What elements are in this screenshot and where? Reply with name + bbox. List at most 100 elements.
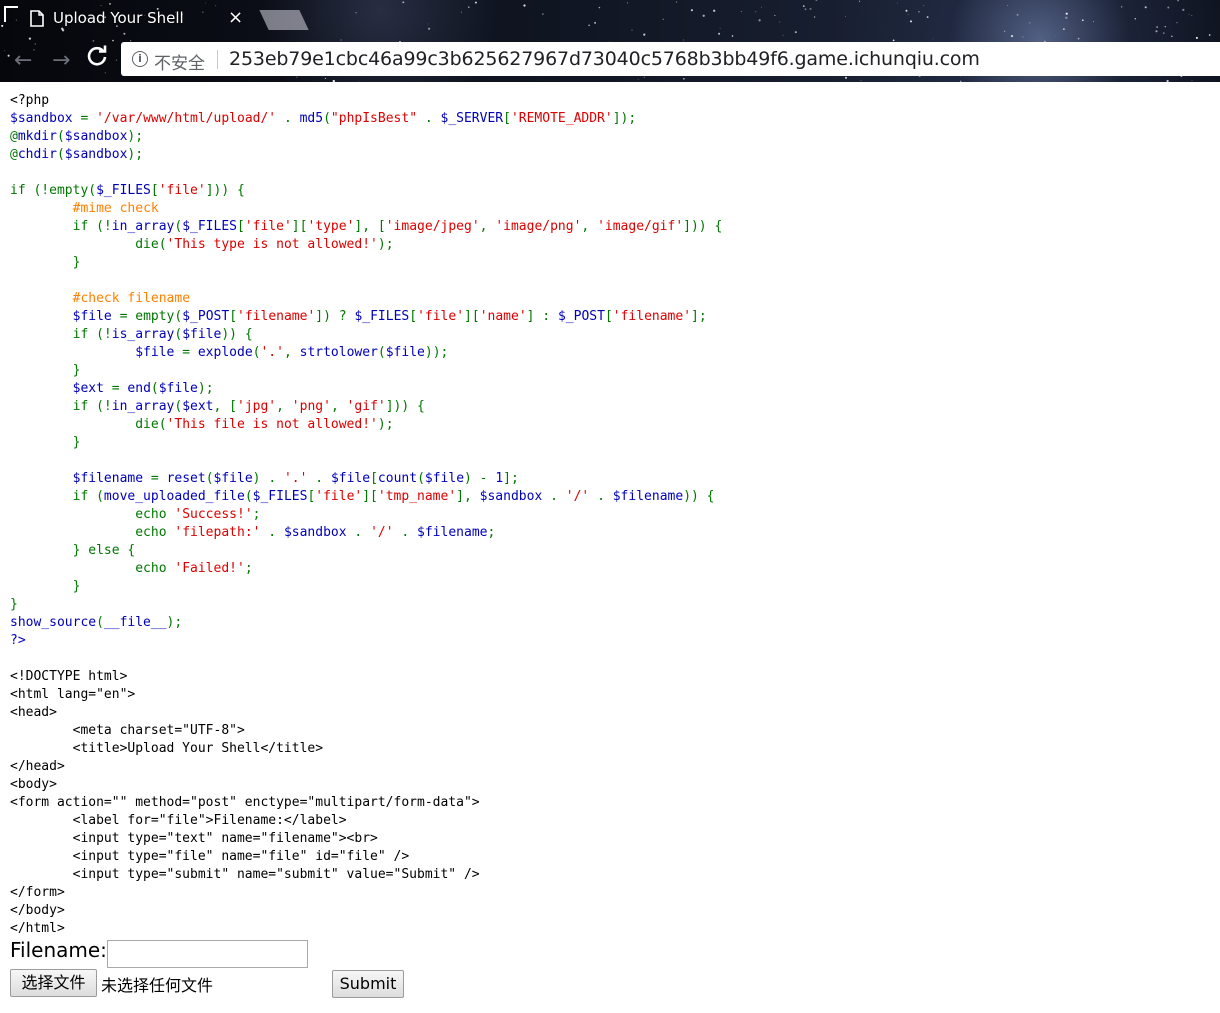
star-dot xyxy=(355,12,357,14)
code-token: . xyxy=(393,525,418,540)
star-dot xyxy=(427,27,431,30)
code-line: <?php xyxy=(10,92,722,110)
star-dot xyxy=(755,11,757,13)
code-token: $file xyxy=(182,327,222,342)
code-token: in_array xyxy=(111,399,175,414)
code-line: $file = empty($_POST['filename']) ? $_FI… xyxy=(10,308,722,326)
code-token: </body> xyxy=(10,903,65,918)
code-token: ])) { xyxy=(205,183,245,198)
star-dot xyxy=(1010,34,1014,38)
browser-tab[interactable]: Upload Your Shell × xyxy=(22,0,260,38)
url-text[interactable]: 253eb79e1cbc46a99c3b625627967d73040c5768… xyxy=(229,48,980,70)
code-token: = xyxy=(72,111,97,126)
star-dot xyxy=(804,8,807,11)
code-token: 'This type is not allowed!' xyxy=(166,237,378,252)
code-token: 'jpg' xyxy=(237,399,277,414)
code-token: . xyxy=(589,489,613,504)
code-line: <input type="file" name="file" id="file"… xyxy=(10,848,722,866)
code-line: } xyxy=(10,254,722,272)
code-token: 'name' xyxy=(479,309,527,324)
star-dot xyxy=(594,21,597,24)
star-dot xyxy=(683,39,685,41)
star-dot xyxy=(1171,35,1173,38)
code-token: '/' xyxy=(370,525,394,540)
code-token: $_FILES xyxy=(182,219,237,234)
code-token: , [ xyxy=(213,399,237,414)
code-line: die('This file is not allowed!'); xyxy=(10,416,722,434)
code-token: ?> xyxy=(10,633,26,648)
code-token: if ( xyxy=(10,489,104,504)
star-dot xyxy=(1167,6,1170,9)
star-dot xyxy=(643,33,646,36)
security-indicator[interactable]: 不安全 xyxy=(154,49,205,74)
code-token: die( xyxy=(10,417,167,432)
back-arrow-icon[interactable]: ← xyxy=(14,48,32,73)
code-token: <input type="submit" name="submit" value… xyxy=(10,867,480,882)
code-token: = xyxy=(143,471,167,486)
code-line: </form> xyxy=(10,884,722,902)
star-dot xyxy=(4,50,5,52)
code-token: move_uploaded_file xyxy=(103,489,245,504)
code-token: 'file' xyxy=(417,309,465,324)
star-dot xyxy=(719,27,721,29)
code-token: ); xyxy=(127,147,144,162)
forward-arrow-icon[interactable]: → xyxy=(52,48,70,73)
star-dot xyxy=(760,6,762,8)
code-line: echo 'filepath:' . $sandbox . '/' . $fil… xyxy=(10,524,722,542)
star-dot xyxy=(905,9,908,12)
filename-input[interactable] xyxy=(107,940,308,968)
choose-file-button[interactable]: 选择文件 xyxy=(10,969,97,997)
star-dot xyxy=(1092,21,1094,23)
code-token: @ xyxy=(10,147,18,162)
filename-label: Filename: xyxy=(10,938,107,962)
address-bar[interactable]: i 不安全 253eb79e1cbc46a99c3b625627967d7304… xyxy=(121,42,1220,76)
star-dot xyxy=(92,40,95,42)
code-token: ][ xyxy=(362,489,378,504)
code-token: ) - xyxy=(464,471,496,486)
star-dot xyxy=(427,23,429,25)
code-line: <body> xyxy=(10,776,722,794)
code-token: 'Failed!' xyxy=(174,561,245,576)
code-line: $sandbox = '/var/www/html/upload/' . md5… xyxy=(10,110,722,128)
code-token: <title>Upload Your Shell</title> xyxy=(10,741,324,756)
code-token: ]) ? xyxy=(315,309,355,324)
star-dot xyxy=(932,38,934,40)
code-token: [ xyxy=(503,111,511,126)
star-dot xyxy=(713,9,716,12)
php-source-listing: <?php $sandbox = '/var/www/html/upload/' … xyxy=(10,92,722,938)
code-token: ; xyxy=(252,507,261,522)
omnibox-divider xyxy=(217,50,218,69)
code-token: <?php xyxy=(10,93,50,108)
code-token: $file xyxy=(385,345,425,360)
code-token: . xyxy=(542,489,566,504)
code-token: @ xyxy=(10,129,18,144)
code-token: ( xyxy=(244,489,253,504)
star-dot xyxy=(910,20,912,23)
code-token: echo xyxy=(10,507,175,522)
star-dot xyxy=(1177,0,1179,2)
info-icon[interactable]: i xyxy=(132,51,148,67)
star-dot xyxy=(918,11,920,13)
star-dot xyxy=(474,1,477,4)
code-token: md5 xyxy=(299,111,324,126)
code-line: if (!is_array($file)) { xyxy=(10,326,722,344)
window-menu-icon[interactable] xyxy=(4,6,18,22)
code-token: 'This file is not allowed!' xyxy=(166,417,378,432)
reload-icon[interactable] xyxy=(86,45,108,67)
code-token: [ xyxy=(409,309,418,324)
code-token: $file xyxy=(158,381,198,396)
star-dot xyxy=(115,59,117,61)
star-dot xyxy=(112,39,114,42)
code-token: $sandbox xyxy=(10,111,73,126)
close-icon[interactable]: × xyxy=(228,7,243,28)
page-content: <?php $sandbox = '/var/www/html/upload/' … xyxy=(0,82,1220,1013)
code-token: $file xyxy=(72,309,112,324)
code-token: , xyxy=(479,219,496,234)
submit-button[interactable]: Submit xyxy=(332,970,404,998)
code-token: , xyxy=(283,345,300,360)
code-token: explode xyxy=(197,345,253,360)
code-line: $ext = end($file); xyxy=(10,380,722,398)
